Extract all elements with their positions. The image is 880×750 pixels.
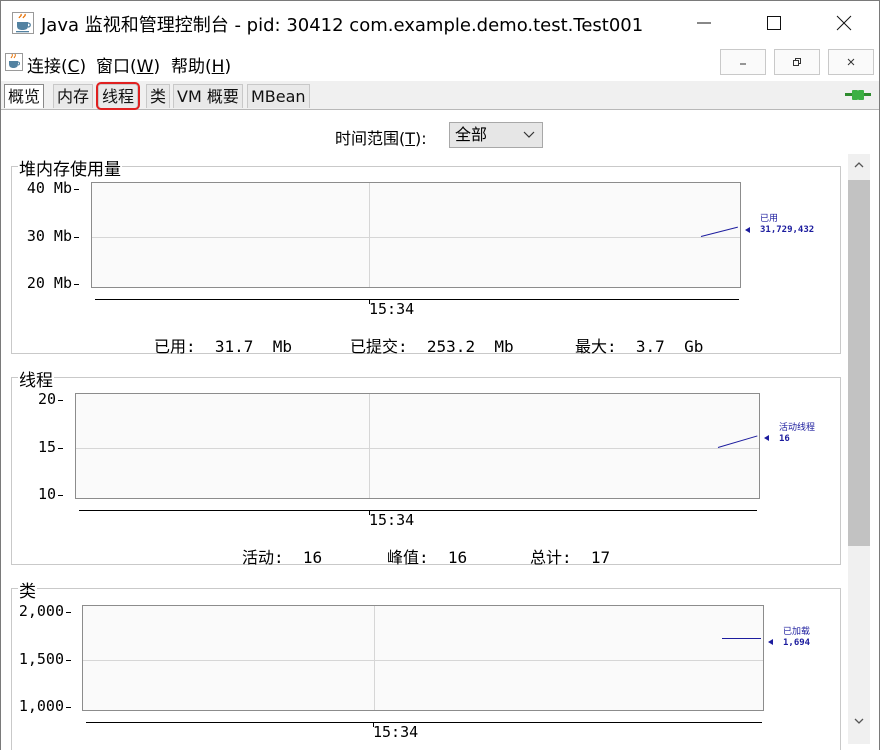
heap-committed-stat: 已提交: 253.2 Mb	[350, 337, 514, 356]
heap-memory-panel: 堆内存使用量 40 Mb 30 Mb 20 Mb 15:34 已用 31,729…	[11, 155, 841, 356]
menu-connection[interactable]: 连接(C)	[27, 52, 86, 77]
y-tick-label: 30 Mb	[26, 227, 72, 245]
time-range-select[interactable]: 全部	[449, 122, 543, 148]
connection-plug-icon[interactable]	[845, 87, 871, 103]
threads-plot-area	[75, 393, 760, 499]
tab-classes[interactable]: 类	[146, 84, 171, 108]
x-tick-label: 15:34	[369, 511, 415, 529]
window-minimize-button[interactable]	[669, 1, 739, 45]
java-cup-icon	[5, 53, 23, 71]
scrollbar-thumb[interactable]	[848, 180, 870, 546]
x-axis	[95, 299, 739, 300]
jconsole-window: Java 监视和管理控制台 - pid: 30412 com.example.d…	[0, 0, 880, 750]
y-tick-label: 15	[37, 438, 56, 456]
y-tick-label: 20 Mb	[26, 274, 72, 292]
inner-minimize-button[interactable]	[720, 49, 766, 75]
window-maximize-button[interactable]	[739, 1, 809, 45]
y-tick-label: 10	[37, 485, 56, 503]
grid-line	[92, 237, 740, 238]
x-axis	[86, 722, 762, 723]
title-bar[interactable]: Java 监视和管理控制台 - pid: 30412 com.example.d…	[1, 1, 879, 45]
loaded-classes-series	[722, 637, 761, 639]
y-tick-mark	[74, 189, 79, 190]
total-threads-stat: 总计: 17	[530, 548, 611, 567]
y-tick-mark	[66, 612, 71, 613]
overview-content: 时间范围(T): 全部 堆内存使用量 40 Mb 30 Mb 20 Mb 15:…	[1, 110, 879, 750]
grid-line	[369, 183, 370, 287]
y-tick-mark	[58, 400, 63, 401]
live-threads-series	[717, 435, 758, 449]
inner-close-button[interactable]	[828, 49, 874, 75]
tab-mbeans[interactable]: MBean	[247, 84, 310, 108]
chevron-up-icon	[854, 162, 864, 168]
legend-marker	[745, 227, 750, 233]
loaded-classes-legend: 已加载 1,694	[783, 627, 811, 648]
grid-line	[369, 394, 370, 498]
heap-max-stat: 最大: 3.7 Gb	[575, 337, 704, 356]
threads-panel: 线程 20 15 10 15:34 活动线程 16 活动: 16 峰值: 16 …	[11, 366, 841, 567]
classes-plot-area	[82, 605, 764, 711]
maximize-icon	[767, 16, 781, 30]
menu-bar: 连接(C) 窗口(W) 帮助(H)	[1, 47, 879, 79]
classes-panel: 类 2,000 1,500 1,000 15:34 已加载 1,694	[11, 577, 841, 750]
tab-memory[interactable]: 内存	[53, 84, 94, 108]
grid-line	[83, 660, 763, 661]
y-tick-mark	[74, 284, 79, 285]
panel-title: 类	[18, 577, 37, 602]
x-tick-label: 15:34	[373, 723, 419, 741]
minimize-icon	[697, 22, 711, 24]
restore-icon	[793, 58, 801, 66]
legend-marker	[764, 435, 769, 441]
tab-overview[interactable]: 概览	[4, 84, 45, 108]
x-axis	[79, 510, 757, 511]
menu-help[interactable]: 帮助(H)	[171, 52, 231, 77]
y-tick-label: 2,000	[18, 602, 64, 620]
scroll-up-button[interactable]	[848, 154, 870, 176]
panel-title: 堆内存使用量	[18, 155, 122, 180]
y-tick-mark	[66, 660, 71, 661]
time-range-label: 时间范围(T):	[335, 129, 427, 148]
grid-line	[76, 448, 759, 449]
tab-vm-summary[interactable]: VM 概要	[173, 84, 243, 108]
x-tick-label: 15:34	[369, 300, 415, 318]
window-title: Java 监视和管理控制台 - pid: 30412 com.example.d…	[41, 15, 644, 36]
heap-used-series	[700, 226, 739, 237]
chevron-down-icon	[523, 131, 535, 138]
y-tick-label: 20	[37, 390, 56, 408]
chevron-down-icon	[854, 718, 864, 724]
heap-used-legend: 已用 31,729,432	[760, 214, 815, 235]
java-cup-icon	[12, 12, 34, 34]
close-icon	[836, 15, 852, 31]
y-tick-label: 1,500	[18, 650, 64, 668]
menu-window[interactable]: 窗口(W)	[96, 52, 160, 77]
live-threads-stat: 活动: 16	[242, 548, 323, 567]
legend-marker	[768, 639, 773, 645]
close-icon	[847, 58, 855, 66]
y-tick-mark	[58, 495, 63, 496]
peak-threads-stat: 峰值: 16	[387, 548, 468, 567]
y-tick-label: 1,000	[18, 697, 64, 715]
y-tick-mark	[58, 448, 63, 449]
vertical-scrollbar[interactable]	[848, 154, 870, 744]
panel-title: 线程	[18, 366, 54, 391]
tab-bar: 概览 内存 线程 类 VM 概要 MBean	[1, 81, 879, 110]
y-tick-mark	[66, 707, 71, 708]
grid-line	[374, 606, 375, 710]
y-tick-mark	[74, 237, 79, 238]
live-threads-legend: 活动线程 16	[779, 423, 816, 444]
window-close-button[interactable]	[809, 1, 879, 45]
minimize-icon	[740, 63, 746, 65]
scroll-down-button[interactable]	[848, 710, 870, 732]
heap-used-stat: 已用: 31.7 Mb	[154, 337, 292, 356]
y-tick-label: 40 Mb	[26, 179, 72, 197]
inner-restore-button[interactable]	[774, 49, 820, 75]
heap-plot-area	[91, 182, 741, 288]
tab-threads[interactable]: 线程	[95, 82, 141, 110]
